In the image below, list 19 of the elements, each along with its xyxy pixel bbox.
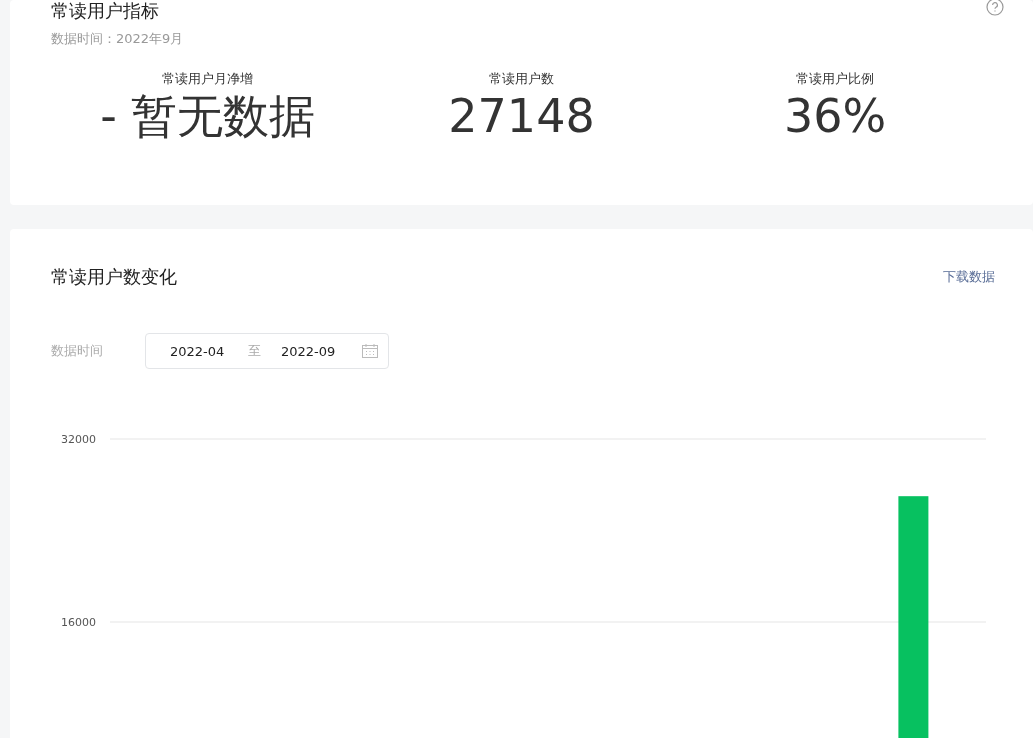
download-link[interactable]: 下载数据 — [943, 268, 995, 286]
metric-value: 36% — [784, 88, 887, 144]
metric-label: 常读用户数 — [489, 70, 554, 88]
y-axis-label: 32000 — [61, 433, 96, 446]
metric-value: - 暂无数据 — [100, 88, 316, 144]
range-separator: 至 — [248, 342, 261, 360]
metric-label: 常读用户比例 — [796, 70, 875, 88]
date-range-picker[interactable]: 2022-04 至 2022-09 — [145, 333, 389, 369]
data-time: 数据时间：2022年9月 — [51, 30, 185, 48]
start-date: 2022-04 — [170, 343, 226, 359]
help-icon[interactable] — [986, 0, 1004, 16]
end-date: 2022-09 — [281, 343, 337, 359]
calendar-icon — [362, 344, 378, 358]
metric-label: 常读用户月净增 — [162, 70, 254, 88]
date-label: 数据时间 — [51, 342, 104, 360]
card-title: 常读用户指标 — [51, 0, 160, 22]
card-title: 常读用户数变化 — [51, 265, 177, 289]
y-axis-label: 16000 — [61, 616, 96, 629]
metric-value: 27148 — [448, 88, 595, 144]
